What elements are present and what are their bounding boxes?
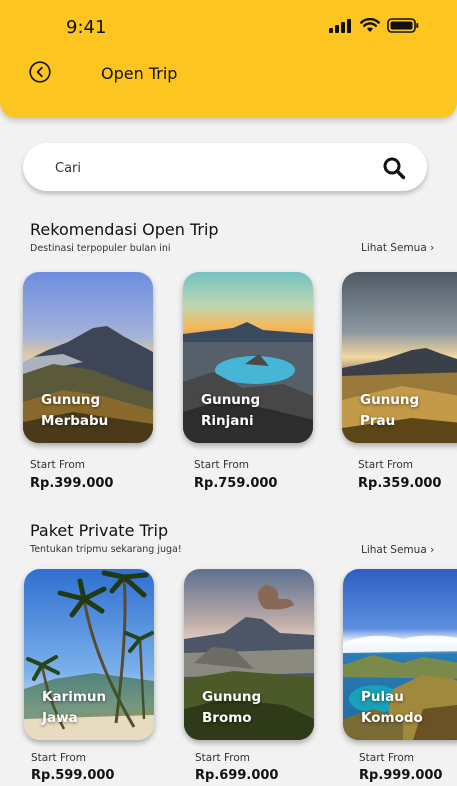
card-title: Pulau Komodo [361, 689, 423, 726]
app-header: 9:41 Open Trip [0, 0, 457, 118]
trip-price: Rp.359.000 [358, 476, 442, 491]
start-from-label: Start From [359, 752, 415, 764]
card-title: Gunung Rinjani [201, 392, 261, 429]
card-title: Gunung Bromo [202, 689, 262, 726]
open-trip-section-subtitle: Destinasi terpopuler bulan ini [30, 243, 171, 254]
status-icons [329, 18, 419, 33]
trip-card-prau[interactable]: Gunung Prau [342, 272, 457, 443]
private-trip-see-all-link[interactable]: Lihat Semua › [361, 544, 434, 556]
start-from-label: Start From [194, 459, 250, 471]
start-from-label: Start From [31, 752, 87, 764]
start-from-label: Start From [358, 459, 414, 471]
signal-icon [329, 18, 351, 33]
trip-price: Rp.399.000 [30, 476, 114, 491]
trip-price: Rp.759.000 [194, 476, 278, 491]
card-title: Gunung Prau [360, 392, 420, 429]
search-icon[interactable] [382, 156, 406, 180]
open-trip-see-all-link[interactable]: Lihat Semua › [361, 242, 434, 254]
page-title: Open Trip [101, 64, 178, 83]
card-title: Gunung Merbabu [41, 392, 109, 429]
trip-card-rinjani[interactable]: Gunung Rinjani [183, 272, 313, 443]
search-bar [23, 143, 427, 191]
private-trip-section-subtitle: Tentukan tripmu sekarang juga! [30, 544, 182, 555]
wifi-icon [360, 18, 380, 32]
search-input[interactable] [53, 157, 357, 179]
card-title: Karimun Jawa [42, 689, 107, 726]
start-from-label: Start From [195, 752, 251, 764]
back-button[interactable] [29, 61, 51, 83]
trip-price: Rp.599.000 [31, 768, 115, 783]
trip-price: Rp.999.000 [359, 768, 443, 783]
trip-card-merbabu[interactable]: Gunung Merbabu [23, 272, 153, 443]
trip-price: Rp.699.000 [195, 768, 279, 783]
trip-card-karimun-jawa[interactable]: Karimun Jawa [24, 569, 154, 740]
open-trip-section-title: Rekomendasi Open Trip [30, 220, 219, 239]
private-trip-section-title: Paket Private Trip [30, 521, 169, 540]
start-from-label: Start From [30, 459, 86, 471]
trip-card-bromo[interactable]: Gunung Bromo [184, 569, 314, 740]
status-time: 9:41 [66, 17, 107, 38]
battery-icon [387, 18, 419, 33]
trip-card-komodo[interactable]: Pulau Komodo [343, 569, 457, 740]
